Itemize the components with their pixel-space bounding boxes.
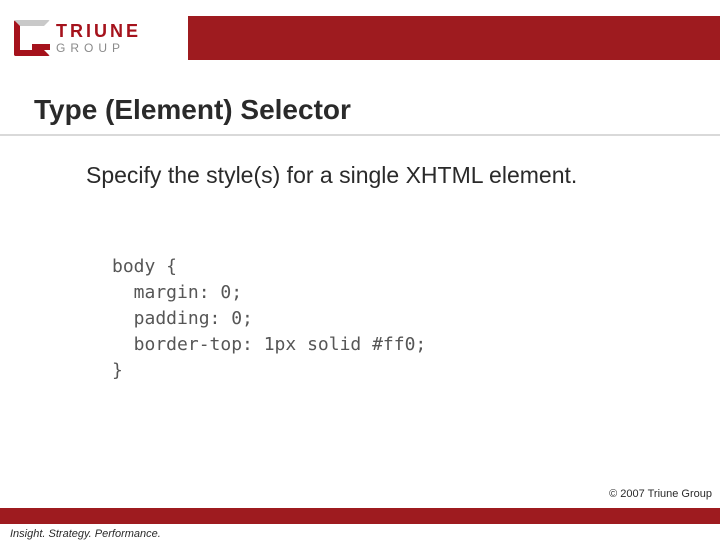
footer-accent-bar bbox=[0, 508, 720, 524]
logo: TRIUNE GROUP bbox=[14, 14, 184, 62]
footer-tagline: Insight. Strategy. Performance. bbox=[10, 528, 161, 540]
slide-title: Type (Element) Selector bbox=[34, 94, 351, 126]
slide-header: TRIUNE GROUP bbox=[0, 14, 720, 62]
slide-body-text: Specify the style(s) for a single XHTML … bbox=[86, 160, 646, 191]
copyright-text: © 2007 Triune Group bbox=[609, 488, 712, 500]
logo-name: TRIUNE bbox=[56, 22, 141, 40]
logo-mark-icon bbox=[14, 20, 50, 56]
header-accent-bar bbox=[188, 16, 720, 60]
title-underline bbox=[0, 134, 720, 136]
logo-text: TRIUNE GROUP bbox=[56, 22, 141, 54]
code-example: body { margin: 0; padding: 0; border-top… bbox=[112, 254, 426, 384]
logo-sub: GROUP bbox=[56, 42, 141, 54]
